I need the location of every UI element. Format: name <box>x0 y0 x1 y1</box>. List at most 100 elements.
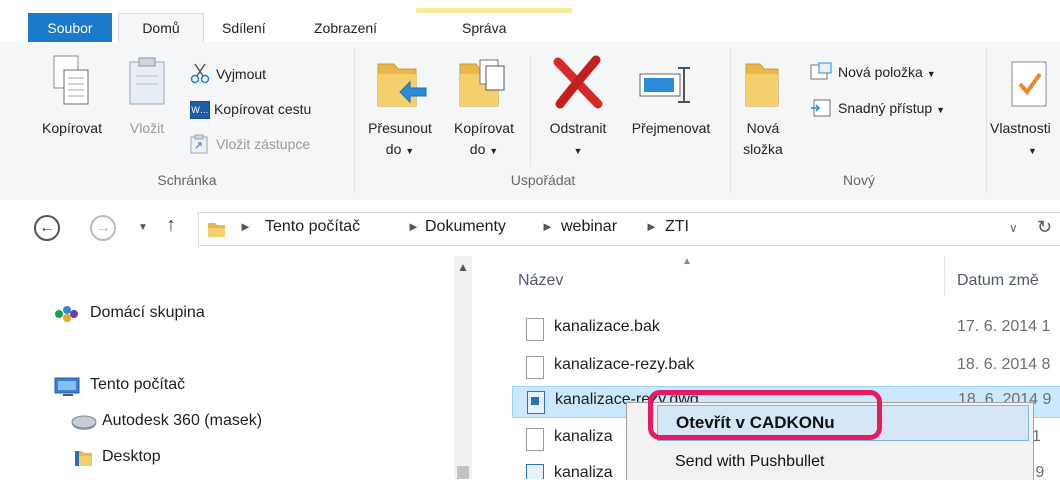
breadcrumb-webinar[interactable]: webinar <box>561 218 617 236</box>
dropdown-arrow-icon: ▼ <box>405 146 415 156</box>
new-folder-icon <box>744 58 784 110</box>
column-divider[interactable] <box>944 256 945 296</box>
copy-to-icon <box>458 56 506 112</box>
separator <box>530 56 531 166</box>
file-row[interactable]: kanalizace-rezy.bak 18. 6. 2014 8 <box>512 352 1060 382</box>
copy-to-label-2: do <box>469 141 486 157</box>
dwg-file-icon <box>526 464 544 479</box>
breadcrumb-separator-icon[interactable]: ► <box>239 219 252 234</box>
navigation-pane: Domácí skupina Tento počítač Autodesk 36… <box>0 256 476 479</box>
copy-path-button[interactable]: Kopírovat cestu <box>214 97 311 121</box>
forward-arrow-icon: → <box>95 219 111 236</box>
folder-icon <box>207 219 227 239</box>
move-to-icon <box>374 56 428 112</box>
paste-button[interactable]: Vložit <box>118 118 176 139</box>
breadcrumb-this-pc[interactable]: Tento počítač <box>265 218 360 236</box>
copy-path-icon: W… <box>190 101 210 119</box>
new-item-button[interactable]: Nová položka ▼ <box>838 60 936 86</box>
cloud-drive-icon <box>70 412 98 432</box>
refresh-icon[interactable]: ↻ <box>1037 217 1052 238</box>
tab-view[interactable]: Zobrazení <box>300 14 391 42</box>
recent-locations-chevron-icon[interactable]: ▼ <box>138 222 148 233</box>
scroll-up-icon[interactable]: ▲ <box>457 260 469 274</box>
new-folder-button[interactable]: Nová složka <box>734 118 792 160</box>
dropdown-arrow-icon: ▼ <box>489 146 499 156</box>
tab-file[interactable]: Soubor <box>28 13 112 43</box>
file-icon <box>526 428 544 451</box>
homegroup-icon <box>52 304 82 324</box>
easy-access-icon <box>810 98 832 118</box>
group-separator <box>354 48 355 194</box>
file-list-header: ▲ Název Datum změ <box>512 256 1060 296</box>
paste-shortcut-button[interactable]: Vložit zástupce <box>216 132 310 156</box>
file-name: kanaliza <box>554 428 613 445</box>
new-item-label: Nová položka <box>838 64 923 80</box>
ribbon-tab-bar: Soubor Domů Sdílení Zobrazení Správa <box>0 0 1060 44</box>
dropdown-arrow-icon: ▼ <box>1028 146 1037 156</box>
dropdown-arrow-icon: ▼ <box>926 69 936 79</box>
nav-autodesk-360[interactable]: Autodesk 360 (masek) <box>102 412 262 430</box>
file-name: kanalizace-rezy.bak <box>554 356 695 373</box>
desktop-folder-icon <box>74 448 94 468</box>
new-folder-label: Nová <box>746 120 780 136</box>
column-header-name[interactable]: Název <box>518 272 563 290</box>
paste-icon <box>126 56 168 108</box>
breadcrumb-zti[interactable]: ZTI <box>665 218 689 236</box>
group-label-clipboard: Schránka <box>157 172 217 188</box>
file-icon <box>526 318 544 341</box>
cut-button[interactable]: Vyjmout <box>216 62 266 86</box>
properties-icon <box>1010 58 1050 110</box>
file-name: kanalizace.bak <box>554 318 660 335</box>
up-arrow-icon[interactable]: ↑ <box>166 214 176 237</box>
group-label-new: Nový <box>843 172 875 188</box>
copy-button[interactable]: Kopírovat <box>34 118 110 139</box>
easy-access-button[interactable]: Snadný přístup ▼ <box>838 96 945 122</box>
rename-icon <box>638 64 696 106</box>
forward-button[interactable]: → <box>90 215 116 241</box>
group-separator <box>986 48 987 194</box>
delete-button[interactable]: Odstranit ▼ <box>538 118 618 162</box>
copy-to-label: Kopírovat <box>454 120 514 136</box>
group-separator <box>730 48 731 194</box>
nav-homegroup[interactable]: Domácí skupina <box>90 304 205 322</box>
context-menu-item-send-pushbullet[interactable]: Send with Pushbullet <box>675 453 824 471</box>
move-to-label-2: do <box>385 141 402 157</box>
breadcrumb-separator-icon[interactable]: ► <box>645 219 658 234</box>
delete-icon <box>552 54 604 110</box>
group-label-organize: Uspořádat <box>510 172 576 188</box>
tab-home[interactable]: Domů <box>118 13 204 44</box>
scrollbar-thumb[interactable] <box>457 466 469 479</box>
address-history-chevron-icon[interactable]: ∨ <box>1009 221 1018 235</box>
rename-button[interactable]: Přejmenovat <box>618 118 724 139</box>
navigation-scrollbar[interactable]: ▲ <box>454 256 472 479</box>
easy-access-label: Snadný přístup <box>838 100 933 116</box>
breadcrumb-documents[interactable]: Dokumenty <box>425 218 506 236</box>
highlight-annotation <box>648 390 882 440</box>
breadcrumb-separator-icon[interactable]: ► <box>541 219 554 234</box>
address-bar-area: ← → ▼ ↑ ► Tento počítač ► Dokumenty ► we… <box>0 200 1060 256</box>
copy-to-button[interactable]: Kopírovat do ▼ <box>442 118 526 162</box>
file-icon <box>526 356 544 379</box>
new-item-icon <box>810 62 832 82</box>
tab-share[interactable]: Sdílení <box>208 14 280 42</box>
back-button[interactable]: ← <box>34 215 60 241</box>
paste-shortcut-icon <box>190 134 208 154</box>
tab-manage[interactable]: Správa <box>448 14 520 42</box>
nav-desktop[interactable]: Desktop <box>102 448 161 466</box>
sort-ascending-icon: ▲ <box>682 256 692 267</box>
file-name: kanaliza <box>554 464 613 479</box>
cut-icon <box>190 62 210 84</box>
file-row[interactable]: kanalizace.bak 17. 6. 2014 1 <box>512 314 1060 344</box>
properties-button[interactable]: Vlastnosti ▼ <box>990 118 1060 162</box>
column-header-date[interactable]: Datum změ <box>957 272 1039 290</box>
file-date: 18. 6. 2014 8 <box>957 356 1051 373</box>
breadcrumb-separator-icon[interactable]: ► <box>407 219 420 234</box>
dropdown-arrow-icon: ▼ <box>573 146 583 156</box>
move-to-button[interactable]: Přesunout do ▼ <box>358 118 442 162</box>
move-to-label: Přesunout <box>368 120 432 136</box>
back-arrow-icon: ← <box>39 219 55 236</box>
dropdown-arrow-icon: ▼ <box>936 105 945 115</box>
address-field[interactable]: ► Tento počítač ► Dokumenty ► webinar ► … <box>198 212 1060 246</box>
nav-this-pc[interactable]: Tento počítač <box>90 376 185 394</box>
properties-label: Vlastnosti <box>990 120 1051 136</box>
